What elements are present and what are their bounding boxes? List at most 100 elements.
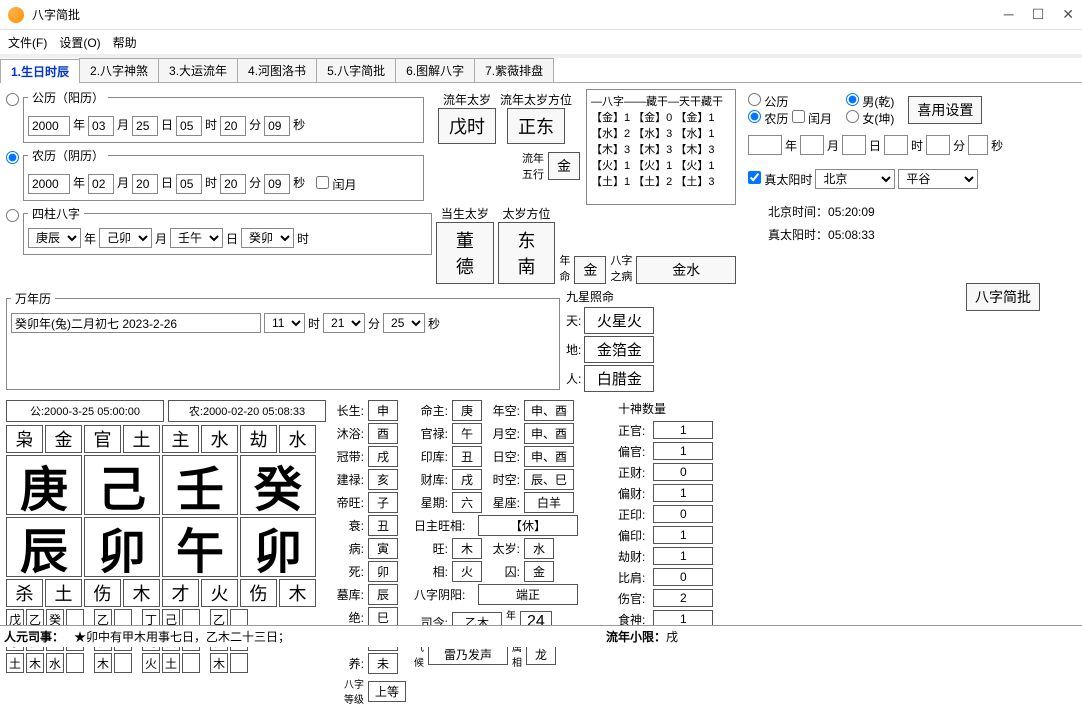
pillar-cell: 辰: [6, 517, 82, 577]
tab-7[interactable]: 7.紫薇排盘: [474, 58, 554, 82]
radio-female[interactable]: [846, 110, 859, 123]
sizhu-legend: 四柱八字: [28, 205, 84, 222]
window-title: 八字简批: [32, 6, 1004, 23]
bazi-jianpi-button[interactable]: 八字简批: [966, 283, 1040, 311]
radio-gongli[interactable]: [6, 93, 19, 106]
liunian-taisui[interactable]: 戊时: [438, 108, 496, 144]
tab-1[interactable]: 1.生日时辰: [0, 59, 80, 83]
tab-6[interactable]: 6.图解八字: [395, 58, 475, 82]
loc1-select[interactable]: 北京: [815, 169, 895, 189]
menu-help[interactable]: 帮助: [113, 34, 137, 51]
nongli-legend: 农历（阴历）: [28, 147, 108, 164]
r-month[interactable]: [800, 135, 824, 155]
tab-4[interactable]: 4.河图洛书: [237, 58, 317, 82]
radio-r-gongli[interactable]: [748, 93, 761, 106]
pillar-cell: 午: [162, 517, 238, 577]
pillar-sub: 木: [94, 653, 112, 673]
r-min[interactable]: [926, 135, 950, 155]
tab-bar: 1.生日时辰 2.八字神煞 3.大运流年 4.河图洛书 5.八字简批 6.图解八…: [0, 58, 1082, 83]
wanli-h[interactable]: 11: [264, 313, 305, 333]
sizhu-hour[interactable]: 癸卯: [241, 228, 294, 248]
tab-3[interactable]: 3.大运流年: [158, 58, 238, 82]
pillar-sub: [66, 653, 84, 673]
pillar-sub: [182, 653, 200, 673]
nianming-val[interactable]: 金: [574, 256, 606, 284]
liunian-wuxing[interactable]: 金: [548, 152, 580, 180]
nongli-year[interactable]: [28, 174, 70, 194]
wanli-text[interactable]: [11, 313, 261, 333]
pillar-cell: 壬: [162, 455, 238, 515]
tengod-val: 0: [653, 505, 713, 523]
zhibing-val[interactable]: 金水: [636, 256, 736, 284]
minimize-button[interactable]: ─: [1004, 6, 1014, 23]
gongli-min[interactable]: [220, 116, 246, 136]
pillar-cell: 枭: [6, 425, 43, 453]
pillar-sub: [114, 653, 132, 673]
jiuxing-title: 九星照命: [566, 288, 736, 305]
pillar-cell: 主: [162, 425, 199, 453]
gongli-month[interactable]: [88, 116, 114, 136]
nongli-sec[interactable]: [264, 174, 290, 194]
nongli-min[interactable]: [220, 174, 246, 194]
gongli-hour[interactable]: [176, 116, 202, 136]
radio-male[interactable]: [846, 93, 859, 106]
tengod-val: 1: [653, 526, 713, 544]
gongli-day[interactable]: [132, 116, 158, 136]
jiuxing-di: 金箔金: [584, 336, 654, 363]
menu-file[interactable]: 文件(F): [8, 34, 47, 51]
nongli-hour[interactable]: [176, 174, 202, 194]
pillar-cell: 木: [123, 579, 160, 607]
dangsheng-taisui[interactable]: 董德: [436, 222, 494, 284]
wanli-m[interactable]: 21: [323, 313, 365, 333]
radio-r-nongli[interactable]: [748, 110, 761, 123]
pillar-cell: 卯: [84, 517, 160, 577]
close-button[interactable]: ✕: [1062, 6, 1074, 23]
nongli-month[interactable]: [88, 174, 114, 194]
leap-check[interactable]: [316, 176, 329, 189]
tengods-title: 十神数量: [618, 400, 728, 417]
r-day[interactable]: [842, 135, 866, 155]
sizhu-day[interactable]: 壬午: [170, 228, 223, 248]
tab-2[interactable]: 2.八字神煞: [79, 58, 159, 82]
liunian-xiaoxian: 戌: [666, 628, 678, 645]
xiyong-button[interactable]: 喜用设置: [908, 96, 982, 124]
liunian-taisui-label: 流年太岁: [438, 91, 496, 108]
gongli-year[interactable]: [28, 116, 70, 136]
nongli-day[interactable]: [132, 174, 158, 194]
tab-5[interactable]: 5.八字简批: [316, 58, 396, 82]
pillar-cell: 木: [279, 579, 316, 607]
maximize-button[interactable]: ☐: [1032, 6, 1045, 23]
r-sec[interactable]: [968, 135, 988, 155]
tengod-val: 2: [653, 589, 713, 607]
jiuxing-ren: 白腊金: [584, 365, 654, 392]
check-r-leap[interactable]: [792, 110, 805, 123]
dangsheng-fangwei[interactable]: 东南: [498, 222, 556, 284]
pillar-cell: 杀: [6, 579, 43, 607]
renyuan-text: ★卯中有甲木用事七日，乙木二十三日；: [74, 628, 290, 645]
sizhu-month[interactable]: 己卯: [99, 228, 152, 248]
pillar-cell: 劫: [240, 425, 277, 453]
wanli-s[interactable]: 25: [383, 313, 425, 333]
gongli-legend: 公历（阳历）: [28, 89, 108, 106]
bazi-canggan-box: —八字——藏干—天干藏干 【金】1 【金】0 【金】1 【水】2 【水】3 【水…: [586, 89, 736, 205]
pillar-cell: 水: [201, 425, 238, 453]
check-zhentaiyang[interactable]: [748, 171, 761, 184]
tengod-val: 1: [653, 547, 713, 565]
r-year[interactable]: [748, 135, 782, 155]
pillar-cell: 庚: [6, 455, 82, 515]
sizhu-year[interactable]: 庚辰: [28, 228, 81, 248]
menu-settings[interactable]: 设置(O): [59, 34, 100, 51]
pillar-sub: 木: [210, 653, 228, 673]
loc2-select[interactable]: 平谷: [898, 169, 978, 189]
pillar-sub: 木: [26, 653, 44, 673]
pillar-sub: 土: [6, 653, 24, 673]
radio-sizhu[interactable]: [6, 209, 19, 222]
jiuxing-tian: 火星火: [584, 307, 654, 334]
r-hour[interactable]: [884, 135, 908, 155]
radio-nongli[interactable]: [6, 151, 19, 164]
pillar-cell: 癸: [240, 455, 316, 515]
gongli-sec[interactable]: [264, 116, 290, 136]
tengod-val: 1: [653, 442, 713, 460]
liunian-fangwei[interactable]: 正东: [507, 108, 565, 144]
tengod-val: 1: [653, 421, 713, 439]
